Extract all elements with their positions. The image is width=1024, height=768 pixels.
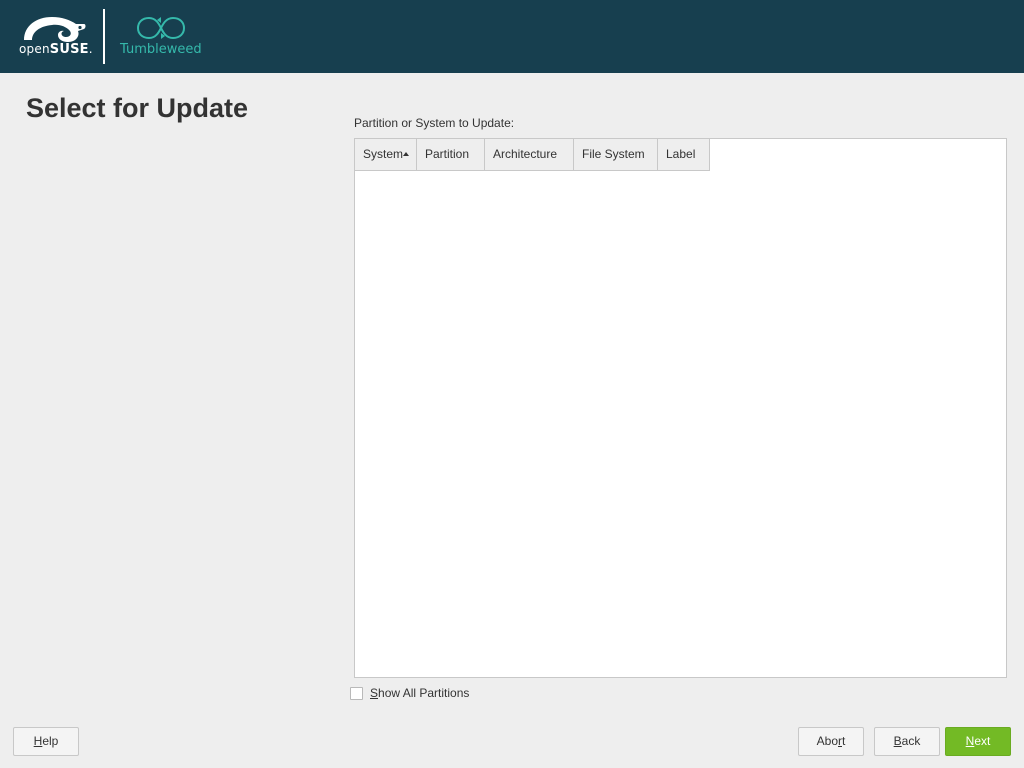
show-all-partitions-option[interactable]: Show All Partitions [350,685,469,701]
page-title: Select for Update [26,93,249,123]
abort-button[interactable]: Abort [798,727,864,756]
column-header-architecture[interactable]: Architecture [485,139,574,171]
table-caption: Partition or System to Update: [354,116,515,130]
column-header-partition[interactable]: Partition [417,139,485,171]
column-header-system[interactable]: System [355,139,417,171]
show-all-partitions-checkbox[interactable] [350,686,363,700]
header-bar: openSUSE. Tumbleweed [0,0,1024,73]
help-button[interactable]: Help [13,727,79,756]
back-button[interactable]: Back [874,727,940,756]
tumbleweed-infinity-icon [136,16,186,40]
table-header: System Partition Architecture File Syste… [355,139,710,171]
partition-table[interactable]: System Partition Architecture File Syste… [354,138,1007,678]
header-divider [103,9,105,64]
opensuse-wordmark: openSUSE. [19,42,93,57]
column-header-file-system[interactable]: File System [574,139,658,171]
tumbleweed-wordmark: Tumbleweed [120,42,202,57]
column-header-label[interactable]: Label [658,139,710,171]
show-all-partitions-label[interactable]: Show All Partitions [370,686,469,700]
sort-ascending-icon [403,151,410,156]
next-button[interactable]: Next [945,727,1011,756]
